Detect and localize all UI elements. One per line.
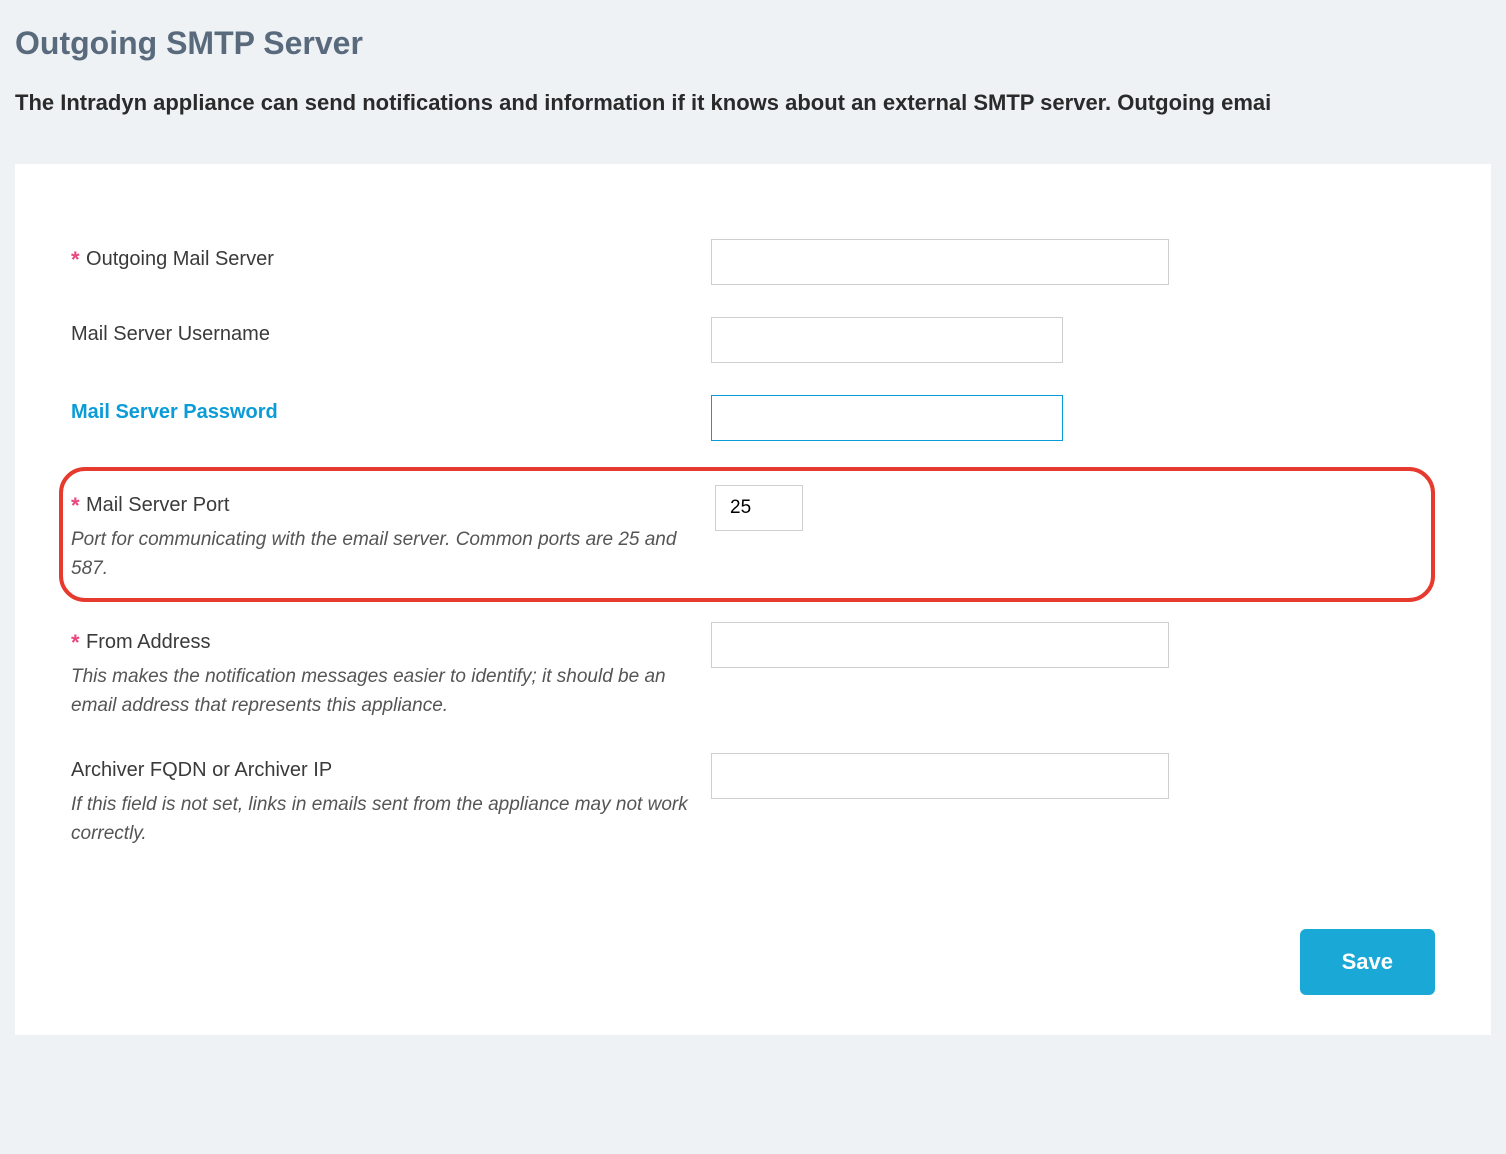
label-archiver-fqdn: Archiver FQDN or Archiver IP	[71, 759, 332, 781]
required-asterisk-icon: *	[71, 630, 80, 655]
label-from-address: From Address	[86, 631, 210, 653]
label-mail-server-port: Mail Server Port	[86, 494, 229, 516]
required-asterisk-icon: *	[71, 493, 80, 518]
row-from-address: * From Address This makes the notificati…	[71, 622, 1435, 721]
page-title: Outgoing SMTP Server	[15, 25, 1491, 62]
from-address-input[interactable]	[711, 622, 1169, 668]
label-mail-server-password[interactable]: Mail Server Password	[71, 401, 278, 423]
smtp-form-panel: * Outgoing Mail Server Mail Server Usern…	[15, 164, 1491, 1035]
row-outgoing-mail-server: * Outgoing Mail Server	[71, 239, 1435, 285]
save-button[interactable]: Save	[1300, 929, 1435, 995]
mail-server-port-input[interactable]	[715, 485, 803, 531]
label-outgoing-mail-server: Outgoing Mail Server	[86, 248, 274, 270]
archiver-fqdn-input[interactable]	[711, 753, 1169, 799]
form-actions: Save	[71, 929, 1435, 995]
hint-from-address: This makes the notification messages eas…	[71, 662, 691, 721]
mail-server-username-input[interactable]	[711, 317, 1063, 363]
label-mail-server-username: Mail Server Username	[71, 323, 270, 345]
mail-server-password-input[interactable]	[711, 395, 1063, 441]
required-asterisk-icon: *	[71, 247, 80, 272]
outgoing-mail-server-input[interactable]	[711, 239, 1169, 285]
page-subtitle: The Intradyn appliance can send notifica…	[15, 90, 1491, 116]
hint-archiver-fqdn: If this field is not set, links in email…	[71, 790, 691, 849]
row-mail-server-password: Mail Server Password	[71, 395, 1435, 441]
row-mail-server-username: Mail Server Username	[71, 317, 1435, 363]
hint-mail-server-port: Port for communicating with the email se…	[71, 525, 695, 584]
row-archiver-fqdn: Archiver FQDN or Archiver IP If this fie…	[71, 753, 1435, 849]
row-mail-server-port: * Mail Server Port Port for communicatin…	[59, 467, 1435, 602]
